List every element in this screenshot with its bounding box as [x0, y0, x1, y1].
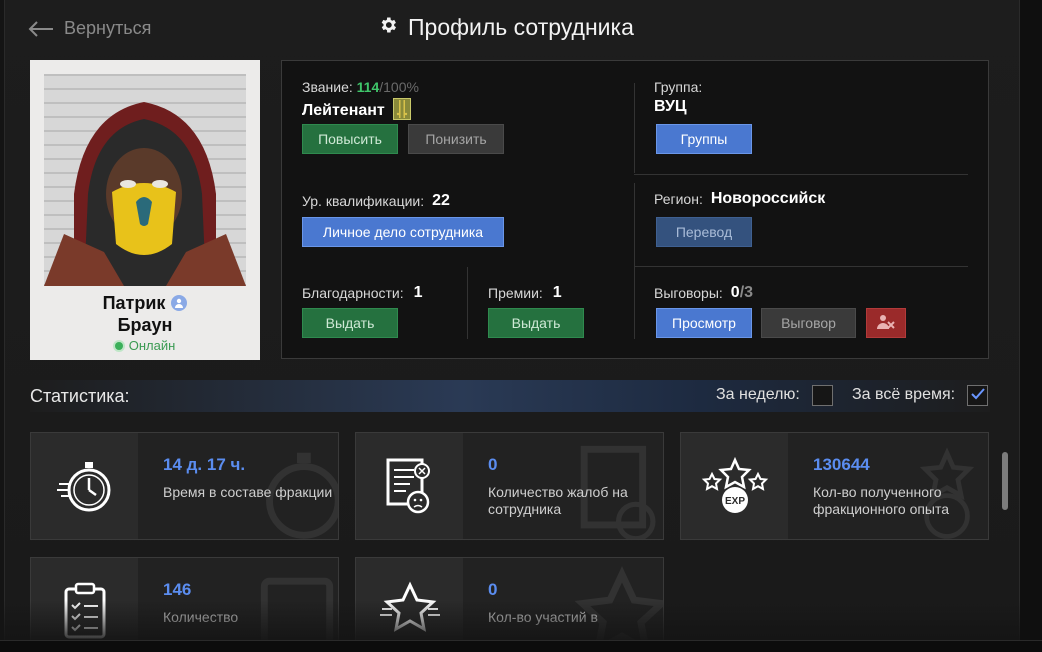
region-label: Регион: [654, 191, 703, 207]
divider [634, 174, 968, 175]
bonuses-label: Премии: [488, 285, 543, 301]
clipboard-watermark-icon [242, 564, 338, 652]
thanks-value: 1 [413, 284, 423, 301]
stat-card-participation: 0 Кол-во участий в [355, 557, 664, 652]
give-bonus-button[interactable]: Выдать [488, 308, 584, 338]
svg-text:EXP: EXP [724, 496, 744, 507]
thanks-row: Благодарности: 1 [302, 284, 423, 302]
stat-value: 14 д. 17 ч. [163, 455, 246, 474]
bonuses-value: 1 [552, 284, 562, 301]
give-thanks-button[interactable]: Выдать [302, 308, 398, 338]
week-filter-label: За неделю: [716, 386, 800, 403]
stat-value: 146 [163, 580, 192, 599]
group-label: Группа: [654, 79, 703, 95]
star-icon [356, 558, 463, 652]
online-dot-icon [114, 341, 123, 350]
exp-watermark-icon [892, 439, 988, 539]
divider [634, 267, 635, 339]
star-watermark-icon [567, 564, 663, 652]
rank-title-row: Лейтенант [302, 98, 411, 123]
checkmark-icon [970, 387, 985, 405]
divider [634, 183, 635, 268]
online-status-text: Онлайн [128, 338, 176, 353]
qualification-row: Ур. квалификации: 22 [302, 192, 450, 210]
window-bottom-edge [0, 640, 1042, 652]
scrollbar-thumb[interactable] [1002, 452, 1008, 510]
avatar [44, 74, 246, 286]
promote-button[interactable]: Повысить [302, 124, 398, 154]
reprimands-value: 0 [730, 284, 740, 301]
region-row: Регион: Новороссийск [654, 190, 825, 208]
stat-card-time-in-faction: 14 д. 17 ч. Время в составе фракции [30, 432, 339, 540]
thanks-label: Благодарности: [302, 285, 404, 301]
complaint-document-icon [356, 433, 463, 539]
stopwatch-icon [31, 433, 138, 539]
back-button[interactable]: Вернуться [28, 18, 151, 39]
personal-file-button[interactable]: Личное дело сотрудника [302, 217, 504, 247]
first-name: Патрик [102, 293, 166, 313]
view-reprimands-button[interactable]: Просмотр [656, 308, 752, 338]
page-title-text: Профиль сотрудника [408, 14, 634, 40]
rank-label: Звание: [302, 79, 353, 95]
demote-button[interactable]: Понизить [408, 124, 504, 154]
stat-value: 0 [488, 580, 498, 599]
stats-title: Статистика: [30, 386, 130, 406]
employee-name: Патрик Браун [30, 292, 260, 336]
avatar-card: Патрик Браун Онлайн [30, 60, 260, 360]
rank-insignia-icon [392, 98, 411, 123]
page-title: Профиль сотрудника [378, 14, 634, 41]
gear-icon [378, 14, 398, 41]
back-label: Вернуться [64, 18, 152, 38]
arrow-left-icon [28, 20, 54, 37]
stat-card-count: 146 Количество [30, 557, 339, 652]
stat-value: 130644 [813, 455, 870, 474]
exp-stars-icon: EXP [681, 433, 788, 539]
last-name: Браун [117, 315, 173, 335]
rank-row: Звание: 114/100% [302, 79, 419, 95]
divider [634, 83, 635, 173]
online-status: Онлайн [30, 338, 260, 353]
transfer-button[interactable]: Перевод [656, 217, 752, 247]
give-reprimand-button[interactable]: Выговор [761, 308, 856, 338]
remove-reprimand-button[interactable] [866, 308, 906, 338]
rank-progress-max: /100% [379, 79, 419, 95]
reprimands-max: /3 [739, 284, 754, 301]
stat-card-faction-exp: EXP 130644 Кол-во полученного фракционно… [680, 432, 989, 540]
complaint-watermark-icon [567, 439, 663, 539]
all-time-filter-checkbox[interactable] [967, 385, 988, 406]
user-icon [171, 295, 188, 311]
divider [467, 267, 468, 339]
window-edge [1020, 0, 1042, 652]
stats-header-bar [30, 380, 990, 412]
all-time-filter-label: За всё время: [852, 386, 956, 403]
bonuses-row: Премии: 1 [488, 284, 562, 302]
week-filter-checkbox[interactable] [812, 385, 833, 406]
qualification-value: 22 [432, 192, 450, 209]
reprimands-label: Выговоры: [654, 285, 723, 301]
region-value: Новороссийск [710, 190, 826, 207]
user-remove-icon [877, 314, 895, 333]
divider [634, 266, 968, 267]
stat-value: 0 [488, 455, 498, 474]
groups-button[interactable]: Группы [656, 124, 752, 154]
stopwatch-watermark-icon [242, 439, 338, 539]
stat-card-complaints: 0 Количество жалоб на сотрудника [355, 432, 664, 540]
info-panel: Звание: 114/100% Лейтенант Повысить Пони… [281, 60, 989, 359]
clipboard-checklist-icon [31, 558, 138, 652]
rank-progress: 114 [356, 79, 380, 95]
rank-title: Лейтенант [302, 101, 385, 119]
group-value: ВУЦ [654, 98, 687, 115]
reprimands-row: Выговоры: 0/3 [654, 284, 753, 302]
qualification-label: Ур. квалификации: [302, 193, 425, 209]
